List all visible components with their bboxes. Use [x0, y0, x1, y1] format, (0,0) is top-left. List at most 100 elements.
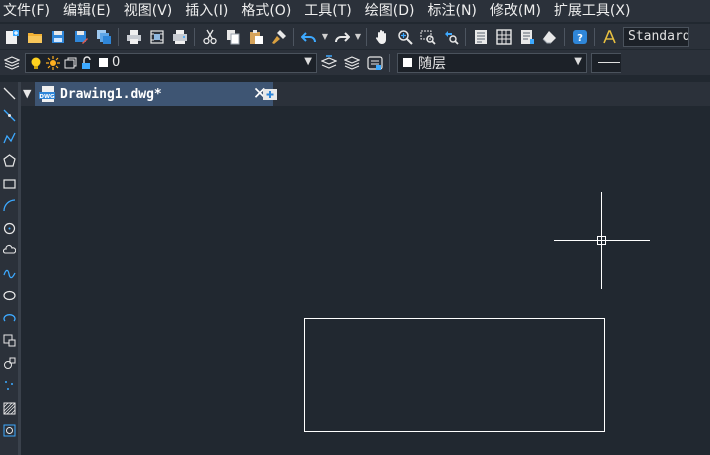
unlock-icon: [82, 55, 91, 69]
open-button[interactable]: [23, 26, 46, 48]
tab-drawing1[interactable]: DWG Drawing1.dwg* ✕: [35, 82, 273, 106]
layer-previous-button[interactable]: [340, 52, 363, 74]
polygon-tool[interactable]: [0, 150, 18, 173]
ellipse-arc-tool[interactable]: [0, 307, 18, 330]
layer-state-button[interactable]: [363, 52, 386, 74]
toolbar-separator: [564, 27, 565, 46]
pan-button[interactable]: [370, 26, 393, 48]
polygon-icon: [2, 154, 16, 167]
draw-tool-palette: [0, 82, 18, 455]
undo-icon: [300, 31, 316, 42]
redo-dropdown-icon[interactable]: ▼: [353, 26, 363, 48]
spline-tool[interactable]: [0, 262, 18, 285]
text-style-icon: [602, 29, 616, 43]
ellipse-tool[interactable]: [0, 285, 18, 308]
menu-insert[interactable]: 插入(I): [181, 0, 237, 22]
undo-button[interactable]: [297, 26, 320, 48]
properties-button[interactable]: [469, 26, 492, 48]
color-combo[interactable]: 随层 ▼: [397, 52, 587, 73]
menu-tools[interactable]: 工具(T): [300, 0, 360, 22]
arc-tool[interactable]: [0, 195, 18, 218]
zoom-realtime-icon: [397, 29, 413, 45]
new-drawing-icon: [263, 89, 277, 100]
make-layer-current-icon: [320, 54, 337, 69]
circle-tool[interactable]: [0, 217, 18, 240]
dwg-file-icon: DWG: [39, 86, 55, 102]
layer-previous-icon: [343, 55, 360, 70]
insert-block-tool[interactable]: [0, 330, 18, 353]
line-tool[interactable]: [0, 82, 18, 105]
zoom-previous-icon: [444, 30, 459, 45]
match-properties-button[interactable]: [267, 26, 290, 48]
svg-text:DWG: DWG: [39, 94, 55, 100]
point-tool[interactable]: [0, 375, 18, 398]
text-style-combo[interactable]: Standard: [623, 26, 689, 47]
make-block-icon: [3, 357, 15, 369]
zoom-window-button[interactable]: [416, 26, 439, 48]
construction-line-tool[interactable]: [0, 105, 18, 128]
new-tab-button[interactable]: [260, 84, 282, 104]
hatch-tool[interactable]: [0, 397, 18, 420]
new-button[interactable]: [0, 26, 23, 48]
print-preview-icon: [149, 29, 164, 44]
toolbar-separator: [594, 27, 595, 46]
help-button[interactable]: ?: [568, 26, 591, 48]
printer-icon: [126, 29, 141, 44]
layer-properties-button[interactable]: [0, 52, 23, 74]
spline-icon: [2, 269, 16, 279]
menu-modify[interactable]: 修改(M): [486, 0, 550, 22]
design-center-button[interactable]: [492, 26, 515, 48]
copy-button[interactable]: [221, 26, 244, 48]
color-name: 随层: [418, 55, 446, 72]
make-block-tool[interactable]: [0, 352, 18, 375]
make-object-layer-current-button[interactable]: [317, 52, 340, 74]
insert-block-icon: [3, 334, 15, 347]
layer-combo[interactable]: 0 ▼: [25, 52, 317, 73]
rectangle-tool[interactable]: [0, 172, 18, 195]
redo-button[interactable]: [330, 26, 353, 48]
layer-color-swatch: [99, 58, 108, 67]
xline-icon: [3, 109, 15, 122]
menu-extension-tools[interactable]: 扩展工具(X): [550, 0, 640, 22]
zoom-previous-button[interactable]: [439, 26, 462, 48]
polyline-tool[interactable]: [0, 127, 18, 150]
drawing-canvas[interactable]: [21, 106, 710, 455]
drawn-rectangle[interactable]: [304, 318, 605, 432]
revision-cloud-tool[interactable]: [0, 240, 18, 263]
plot-button[interactable]: [168, 26, 191, 48]
polyline-icon: [2, 132, 16, 144]
copy-icon: [226, 29, 239, 44]
menu-format[interactable]: 格式(O): [237, 0, 300, 22]
zoom-realtime-button[interactable]: [393, 26, 416, 48]
menu-edit[interactable]: 编辑(E): [59, 0, 120, 22]
menu-dimension[interactable]: 标注(N): [424, 0, 486, 22]
menu-view[interactable]: 视图(V): [120, 0, 182, 22]
properties-icon: [474, 29, 487, 44]
tab-menu-down-icon[interactable]: ▼: [23, 87, 31, 100]
linetype-preview: [598, 62, 620, 63]
toolbar-separator: [465, 27, 466, 46]
print-preview-button[interactable]: [145, 26, 168, 48]
new-file-icon: [5, 29, 19, 44]
save-as-button[interactable]: [69, 26, 92, 48]
chevron-down-icon: ▼: [574, 55, 582, 67]
save-button[interactable]: [46, 26, 69, 48]
text-style-button[interactable]: [598, 26, 621, 48]
toolbar-separator: [118, 27, 119, 46]
paste-button[interactable]: [244, 26, 267, 48]
tool-palettes-button[interactable]: [515, 26, 538, 48]
sun-thaw-icon: [46, 55, 60, 70]
tool-palette-icon: [520, 29, 534, 44]
menu-bar: 文件(F) 编辑(E) 视图(V) 插入(I) 格式(O) 工具(T) 绘图(D…: [0, 0, 710, 22]
menu-file[interactable]: 文件(F): [0, 0, 59, 22]
eraser-button[interactable]: [538, 26, 561, 48]
print-button[interactable]: [122, 26, 145, 48]
region-tool[interactable]: [0, 420, 18, 443]
arc-icon: [2, 199, 15, 212]
linetype-combo[interactable]: [591, 52, 621, 73]
cut-button[interactable]: [198, 26, 221, 48]
plotter-icon: [172, 29, 187, 44]
menu-draw[interactable]: 绘图(D): [361, 0, 424, 22]
undo-dropdown-icon[interactable]: ▼: [320, 26, 330, 48]
sheet-set-button[interactable]: [92, 26, 115, 48]
